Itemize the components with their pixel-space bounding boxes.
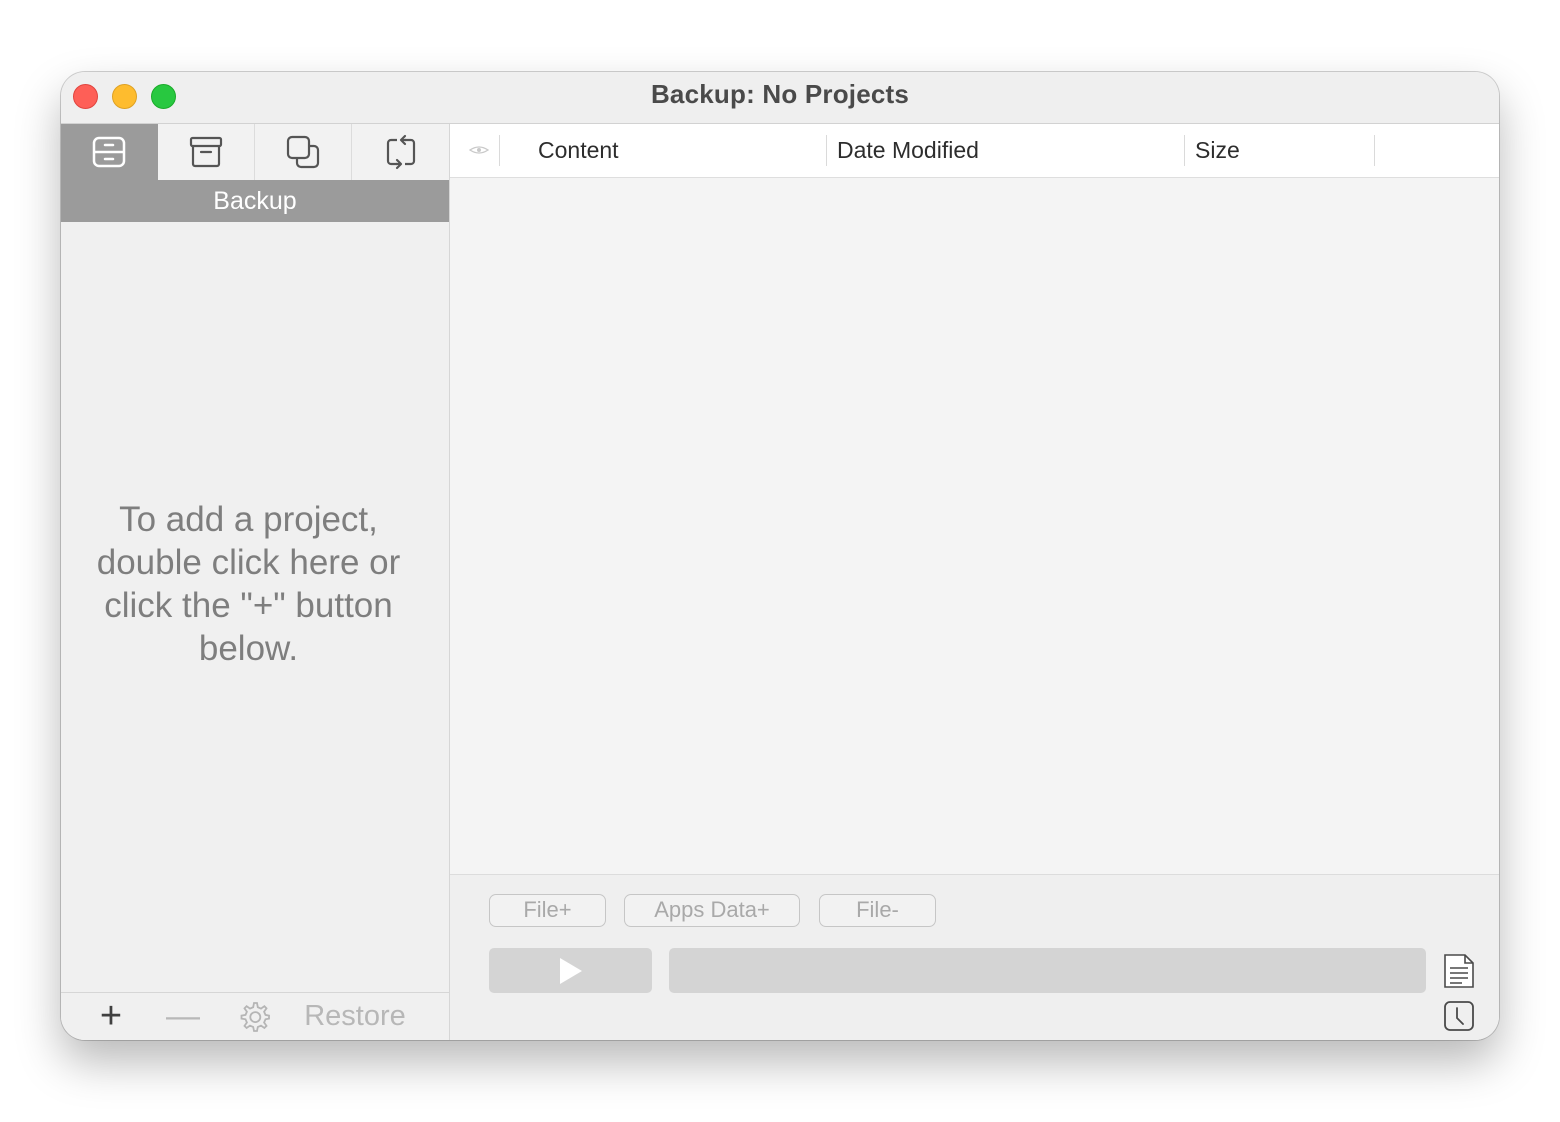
tab-backup[interactable] xyxy=(61,124,158,180)
tab-sync[interactable] xyxy=(352,124,449,180)
clock-icon[interactable] xyxy=(1443,1000,1475,1032)
play-icon xyxy=(559,957,582,984)
backup-drive-icon xyxy=(92,136,126,168)
tab-archive[interactable] xyxy=(158,124,255,180)
column-separator xyxy=(1184,135,1185,166)
sidebar-bottom-bar: + — Restore xyxy=(61,992,449,1040)
column-separator xyxy=(826,135,827,166)
column-separator xyxy=(499,135,500,166)
clone-squares-icon xyxy=(286,135,320,169)
column-header-size[interactable]: Size xyxy=(1195,124,1240,177)
settings-button[interactable] xyxy=(234,993,274,1040)
column-options-icon[interactable] xyxy=(469,143,489,157)
title-bar[interactable]: Backup: No Projects xyxy=(61,72,1499,124)
column-header-content[interactable]: Content xyxy=(538,124,619,177)
archive-box-icon xyxy=(189,136,223,168)
content-list[interactable] xyxy=(450,178,1499,874)
sidebar: Backup To add a project, double click he… xyxy=(61,124,450,1040)
add-project-button[interactable]: + xyxy=(91,993,131,1040)
progress-bar xyxy=(669,948,1426,993)
app-window: Backup: No Projects Backup To add a proj… xyxy=(61,72,1499,1040)
sidebar-tabs xyxy=(61,124,449,181)
file-remove-button[interactable]: File- xyxy=(819,894,936,927)
main-panel: Content Date Modified Size File+ Apps Da… xyxy=(450,124,1499,1040)
file-add-button[interactable]: File+ xyxy=(489,894,606,927)
column-separator xyxy=(1374,135,1375,166)
log-document-icon[interactable] xyxy=(1443,953,1475,989)
tab-clone[interactable] xyxy=(255,124,352,180)
apps-data-add-button[interactable]: Apps Data+ xyxy=(624,894,800,927)
gear-icon xyxy=(240,1001,270,1032)
sync-arrows-icon xyxy=(386,134,415,170)
empty-projects-hint[interactable]: To add a project, double click here or c… xyxy=(81,498,416,670)
active-tab-label: Backup xyxy=(61,180,449,222)
window-title: Backup: No Projects xyxy=(650,79,910,109)
table-header: Content Date Modified Size xyxy=(450,124,1499,178)
column-header-date-modified[interactable]: Date Modified xyxy=(837,124,979,177)
restore-button[interactable]: Restore xyxy=(304,993,406,1040)
action-panel: File+ Apps Data+ File- xyxy=(450,874,1499,1040)
run-backup-button[interactable] xyxy=(489,948,652,993)
remove-project-button[interactable]: — xyxy=(163,993,203,1040)
